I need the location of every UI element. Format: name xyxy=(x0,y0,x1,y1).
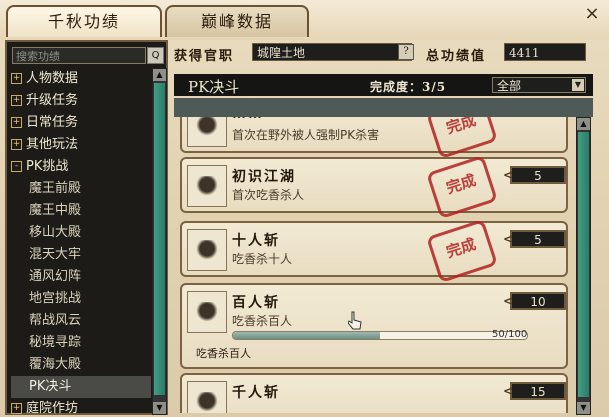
completed-stamp-icon: 完成 xyxy=(426,154,498,220)
scrollbar-thumb[interactable] xyxy=(578,132,589,397)
achievement-portrait-icon xyxy=(187,381,227,413)
scroll-up-icon[interactable]: ▲ xyxy=(577,118,590,130)
achievement-points: 5 xyxy=(503,230,566,248)
filter-select[interactable]: 全部 ▼ xyxy=(492,77,586,93)
tree-group-label: 人物数据 xyxy=(26,71,79,86)
achievement-desc: 首次在野外被人强制PK杀害 xyxy=(232,128,380,142)
tree-group-other-gameplay[interactable]: + 其他玩法 xyxy=(11,134,151,156)
tree-item-digong-tiaozhan[interactable]: 地宫挑战 xyxy=(11,288,151,310)
list-item[interactable]: 百人斩 吃香杀百人 10 50/100 吃香杀百人 xyxy=(180,283,568,369)
achievement-points: 10 xyxy=(503,292,566,310)
tree-group-pk-challenge[interactable]: - PK挑战 xyxy=(11,156,151,178)
achievement-name: 百人斩 xyxy=(232,295,280,311)
progress-fill xyxy=(233,332,380,339)
total-label: 总功绩值 xyxy=(426,49,487,64)
expand-icon[interactable]: + xyxy=(11,117,22,128)
tree-item-mijing-xunzong[interactable]: 秘境寻踪 xyxy=(11,332,151,354)
category-tree: + 人物数据 + 升级任务 + 日常任务 + 其他玩法 - PK挑战 魔王前殿 魔王中殿 … xyxy=(11,68,151,417)
achievement-desc: 首次吃香杀人 xyxy=(232,188,305,202)
sidebar: 搜索功绩 Q + 人物数据 + 升级任务 + 日常任务 + 其他玩法 - PK挑战 魔王前… xyxy=(5,40,168,417)
rank-value: 城隍土地 xyxy=(252,43,412,61)
hand-cursor-icon xyxy=(348,311,362,330)
achievement-name: 十人斩 xyxy=(232,233,280,249)
achievement-portrait-icon xyxy=(187,165,227,207)
collapse-icon[interactable]: - xyxy=(11,161,22,172)
achievement-points: 5 xyxy=(503,166,566,184)
tree-item-pk-duel[interactable]: PK决斗 xyxy=(11,376,151,398)
tree-group-label: PK挑战 xyxy=(26,159,69,174)
tab-achievements[interactable]: 千秋功绩 xyxy=(6,5,162,37)
achievement-portrait-icon xyxy=(187,117,227,147)
completion-progress: 完成度：3/5 xyxy=(370,80,447,94)
list-item[interactable]: 十人斩 吃香杀十人 完成 5 xyxy=(180,218,568,284)
list-item[interactable]: 千人斩 15 xyxy=(180,373,568,413)
close-button[interactable]: × xyxy=(581,3,603,25)
achievement-desc: 吃香杀十人 xyxy=(232,252,293,266)
list-item[interactable]: …… 首次在野外被人强制PK杀害 完成 xyxy=(180,117,568,160)
achievement-name: …… xyxy=(232,117,264,122)
tree-group-label: 日常任务 xyxy=(26,115,79,130)
sidebar-scrollbar[interactable]: ▲ ▼ xyxy=(152,68,167,415)
achievement-name: 千人斩 xyxy=(232,385,280,401)
achievement-points: 15 xyxy=(503,382,566,400)
completed-stamp-icon: 完成 xyxy=(426,117,498,160)
filter-value: 全部 xyxy=(497,79,522,93)
rank-label: 获得官职 xyxy=(174,49,235,64)
achievement-portrait-icon xyxy=(187,291,227,333)
achievement-name: 初识江湖 xyxy=(232,169,296,185)
list-scrollbar[interactable]: ▲ ▼ xyxy=(576,117,591,415)
header-info: 获得官职 城隍土地 ? 总功绩值 4411 xyxy=(174,42,594,64)
tree-item-fuhai-dadian[interactable]: 覆海大殿 xyxy=(11,354,151,376)
tree-item-huntian-dalao[interactable]: 混天大牢 xyxy=(11,244,151,266)
tree-group-character-data[interactable]: + 人物数据 xyxy=(11,68,151,90)
tree-group-label: 庭院作坊 xyxy=(26,401,79,416)
tree-item-mowang-zhongdian[interactable]: 魔王中殿 xyxy=(11,200,151,222)
tree-item-tongfeng-huanzhen[interactable]: 通风幻阵 xyxy=(11,266,151,288)
total-value: 4411 xyxy=(504,43,586,61)
achievement-window: 千秋功绩 巅峰数据 × 搜索功绩 Q + 人物数据 + 升级任务 + 日常任务 + 其他… xyxy=(0,0,609,417)
completed-stamp-icon: 完成 xyxy=(426,218,498,284)
scrollbar-thumb[interactable] xyxy=(154,83,165,395)
rank-help-icon[interactable]: ? xyxy=(398,44,414,60)
progress-text: 50/100 xyxy=(492,329,528,340)
tree-item-yishan-dadian[interactable]: 移山大殿 xyxy=(11,222,151,244)
expand-icon[interactable]: + xyxy=(11,73,22,84)
tab-peak-data[interactable]: 巅峰数据 xyxy=(165,5,309,37)
list-item[interactable]: 初识江湖 首次吃香杀人 完成 5 xyxy=(180,154,568,220)
achievement-list: …… 首次在野外被人强制PK杀害 完成 初识江湖 首次吃香杀人 完成 5 十人斩… xyxy=(176,117,572,413)
tree-group-label: 其他玩法 xyxy=(26,137,79,152)
achievement-progress-bar xyxy=(232,331,528,340)
achievement-desc: 吃香杀百人 xyxy=(232,314,293,328)
category-title: PK决斗 xyxy=(188,78,240,96)
progress-label: 吃香杀百人 xyxy=(196,347,251,360)
search-input[interactable]: 搜索功绩 xyxy=(12,47,146,64)
tree-item-mowang-qiandian[interactable]: 魔王前殿 xyxy=(11,178,151,200)
chevron-down-icon[interactable]: ▼ xyxy=(572,79,584,91)
scroll-up-icon[interactable]: ▲ xyxy=(153,69,166,81)
scroll-down-icon[interactable]: ▼ xyxy=(153,402,166,414)
achievement-portrait-icon xyxy=(187,229,227,271)
tree-group-label: 升级任务 xyxy=(26,93,79,108)
tree-group-levelup-tasks[interactable]: + 升级任务 xyxy=(11,90,151,112)
scroll-down-icon[interactable]: ▼ xyxy=(577,402,590,414)
tree-item-bangzhan-fengyun[interactable]: 帮战风云 xyxy=(11,310,151,332)
search-icon[interactable]: Q xyxy=(147,47,164,64)
expand-icon[interactable]: + xyxy=(11,95,22,106)
expand-icon[interactable]: + xyxy=(11,403,22,414)
tree-group-daily-tasks[interactable]: + 日常任务 xyxy=(11,112,151,134)
expand-icon[interactable]: + xyxy=(11,139,22,150)
tree-group-courtyard-workshop[interactable]: + 庭院作坊 xyxy=(11,398,151,417)
list-top-divider xyxy=(174,98,593,117)
